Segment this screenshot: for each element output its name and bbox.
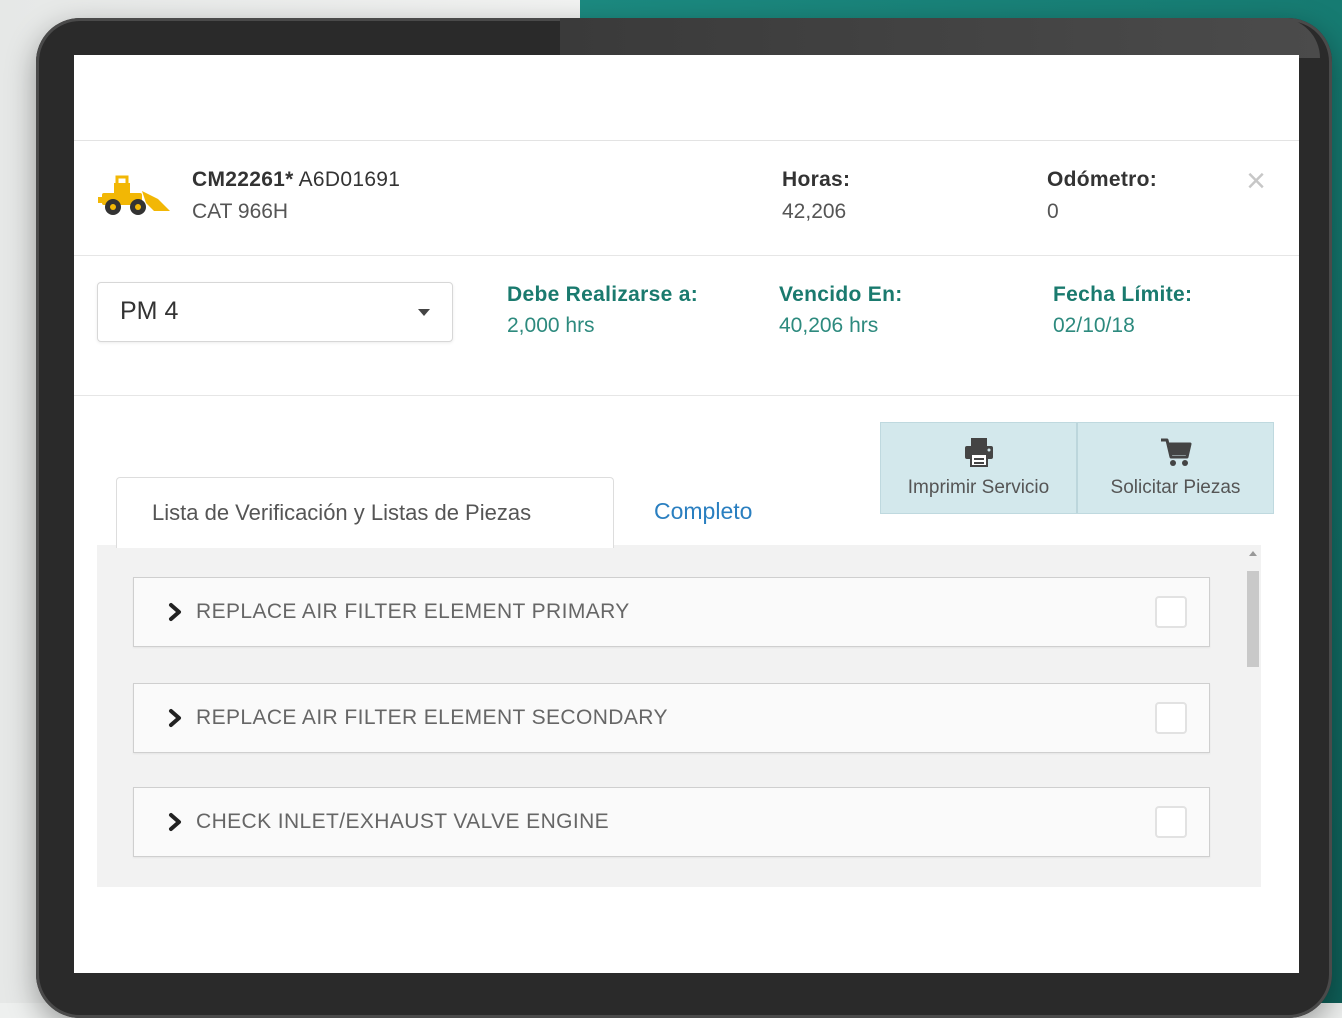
checklist-panel: REPLACE AIR FILTER ELEMENT PRIMARY REPLA…	[97, 545, 1261, 887]
shopping-cart-icon	[1160, 438, 1191, 466]
checklist-item[interactable]: CHECK INLET/EXHAUST VALVE ENGINE	[133, 787, 1210, 857]
hours-label: Horas:	[782, 168, 851, 191]
printer-icon	[964, 438, 993, 467]
due-at-value: 2,000 hrs	[507, 314, 595, 337]
checklist-item-label: CHECK INLET/EXHAUST VALVE ENGINE	[196, 810, 610, 833]
divider	[74, 395, 1299, 396]
wheel-loader-icon	[98, 175, 170, 215]
odometer-label: Odómetro:	[1047, 168, 1158, 191]
odometer-value: 0	[1047, 200, 1059, 223]
tab-checklist-label: Lista de Verificación y Listas de Piezas	[152, 500, 532, 525]
print-service-button[interactable]: Imprimir Servicio	[881, 423, 1076, 513]
print-service-label: Imprimir Servicio	[907, 477, 1050, 498]
hours-value: 42,206	[782, 200, 847, 223]
scroll-up-arrow-icon[interactable]	[1249, 551, 1257, 556]
equipment-id: CM22261* A6D01691	[192, 168, 401, 191]
action-bar: Imprimir Servicio Solicitar Piezas	[880, 422, 1274, 514]
service-select[interactable]: PM 4	[97, 282, 453, 342]
due-at-label: Debe Realizarse a:	[507, 283, 698, 306]
modal-top-area	[74, 55, 1299, 141]
order-parts-button[interactable]: Solicitar Piezas	[1076, 423, 1273, 513]
checklist-item[interactable]: REPLACE AIR FILTER ELEMENT SECONDARY	[133, 683, 1210, 753]
checklist-item-label: REPLACE AIR FILTER ELEMENT PRIMARY	[196, 600, 630, 623]
chevron-right-icon	[169, 813, 181, 831]
checklist-item-checkbox[interactable]	[1155, 702, 1187, 734]
overdue-value: 40,206 hrs	[779, 314, 879, 337]
checklist-item[interactable]: REPLACE AIR FILTER ELEMENT PRIMARY	[133, 577, 1210, 647]
modal-screen: CM22261* A6D01691 CAT 966H Horas: 42,206…	[74, 55, 1299, 973]
overdue-label: Vencido En:	[779, 283, 903, 306]
checklist-item-checkbox[interactable]	[1155, 596, 1187, 628]
deadline-value: 02/10/18	[1053, 314, 1135, 337]
chevron-down-icon	[418, 309, 430, 316]
service-select-value: PM 4	[120, 297, 179, 325]
tablet-bezel-highlight	[560, 18, 1320, 58]
chevron-right-icon	[169, 603, 181, 621]
divider	[74, 255, 1299, 256]
checklist-item-checkbox[interactable]	[1155, 806, 1187, 838]
tab-complete[interactable]: Completo	[654, 498, 752, 525]
close-icon[interactable]: ×	[1242, 164, 1270, 198]
scrollbar-thumb[interactable]	[1247, 571, 1259, 667]
chevron-right-icon	[169, 709, 181, 727]
equipment-model: CAT 966H	[192, 200, 289, 223]
order-parts-label: Solicitar Piezas	[1110, 477, 1241, 498]
checklist-item-label: REPLACE AIR FILTER ELEMENT SECONDARY	[196, 706, 668, 729]
deadline-label: Fecha Límite:	[1053, 283, 1193, 306]
tab-checklist[interactable]: Lista de Verificación y Listas de Piezas	[116, 477, 614, 548]
